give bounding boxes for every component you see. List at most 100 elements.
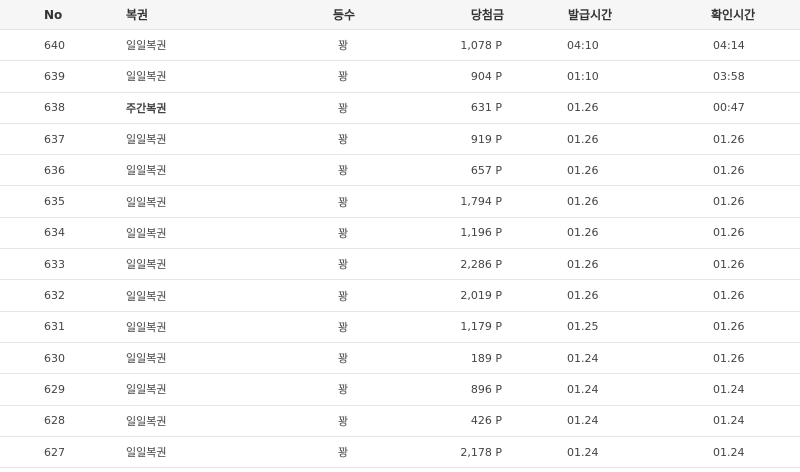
table-row: 632 일일복권 꽝 2,019 P 01.26 01.26 [0,280,800,312]
table-row: 640 일일복권 꽝 1,078 P 04:10 04:14 [0,30,800,62]
table-row: 631 일일복권 꽝 1,179 P 01.25 01.26 [0,312,800,343]
cell-checked-time: 01.24 [713,382,745,396]
cell-checked-time: 03:58 [713,69,745,83]
cell-issued-time: 01.24 [567,414,599,428]
table-body: 640 일일복권 꽝 1,078 P 04:10 04:14 639 일일복권 꽝 904 P 01… [0,30,800,469]
cell-lottery: 일일복권 [126,258,167,272]
cell-no: 629 [44,382,65,396]
cell-issued-time: 01.26 [567,195,599,209]
cell-rank: 꽝 [337,39,349,53]
cell-lottery: 일일복권 [126,226,167,240]
cell-no: 634 [44,226,65,240]
cell-issued-time: 04:10 [567,38,599,52]
cell-lottery: 일일복권 [126,133,167,147]
cell-lottery: 일일복권 [126,446,167,459]
cell-no: 633 [44,257,65,271]
column-header-lottery: 복권 [126,8,149,22]
cell-lottery: 일일복권 [126,383,167,397]
table-row: 635 일일복권 꽝 1,794 P 01.26 01.26 [0,186,800,218]
cell-lottery: 일일복권 [126,289,167,303]
cell-no: 638 [44,101,65,115]
table-row: 634 일일복권 꽝 1,196 P 01.26 01.26 [0,218,800,250]
cell-issued-time: 01.24 [567,382,599,396]
cell-lottery: 일일복권 [126,414,167,428]
cell-rank: 꽝 [337,352,349,366]
cell-rank: 꽝 [337,289,349,303]
cell-checked-time: 01.26 [713,163,745,177]
cell-no: 637 [44,132,65,146]
cell-no: 639 [44,69,65,83]
cell-no: 630 [44,351,65,365]
cell-prize: 1,196 P [460,226,502,240]
table-row: 638 주간복권 꽝 631 P 01.26 00:47 [0,93,800,124]
cell-no: 627 [44,445,65,459]
cell-no: 640 [44,38,65,52]
cell-prize: 896 P [470,382,502,396]
cell-rank: 꽝 [337,101,349,115]
cell-prize: 1,078 P [460,38,502,52]
cell-prize: 426 P [470,414,502,428]
cell-prize: 904 P [470,69,502,83]
column-header-checked-time: 확인시간 [711,8,756,22]
cell-issued-time: 01.25 [567,320,599,334]
cell-rank: 꽝 [337,133,349,147]
cell-prize: 657 P [470,163,502,177]
cell-lottery: 일일복권 [126,39,167,53]
cell-issued-time: 01.26 [567,101,599,115]
cell-no: 635 [44,195,65,209]
cell-prize: 1,794 P [460,195,502,209]
cell-no: 628 [44,414,65,428]
cell-no: 636 [44,163,65,177]
cell-checked-time: 01.26 [713,289,745,303]
cell-lottery: 일일복권 [126,70,167,84]
cell-checked-time: 00:47 [713,101,745,115]
cell-rank: 꽝 [337,320,349,334]
cell-no: 632 [44,289,65,303]
cell-lottery: 일일복권 [126,195,167,209]
table-row: 629 일일복권 꽝 896 P 01.24 01.24 [0,374,800,406]
column-header-rank: 등수 [332,8,356,22]
table-row: 636 일일복권 꽝 657 P 01.26 01.26 [0,155,800,187]
cell-issued-time: 01:10 [567,69,599,83]
table-row: 627 일일복권 꽝 2,178 P 01.24 01.24 [0,437,800,469]
cell-prize: 2,286 P [460,257,502,271]
cell-rank: 꽝 [337,446,349,459]
cell-issued-time: 01.26 [567,289,599,303]
table-row: 630 일일복권 꽝 189 P 01.24 01.26 [0,343,800,375]
cell-prize: 1,179 P [460,320,502,334]
column-header-prize: 당첨금 [470,8,504,22]
cell-issued-time: 01.26 [567,257,599,271]
cell-checked-time: 01.26 [713,195,745,209]
cell-checked-time: 01.26 [713,226,745,240]
cell-checked-time: 01.24 [713,414,745,428]
table-row: 628 일일복권 꽝 426 P 01.24 01.24 [0,406,800,437]
cell-prize: 919 P [470,132,502,146]
cell-checked-time: 01.26 [713,257,745,271]
cell-checked-time: 04:14 [713,38,745,52]
cell-rank: 꽝 [337,414,349,428]
cell-prize: 189 P [470,351,502,365]
cell-lottery: 주간복권 [126,101,167,115]
cell-issued-time: 01.24 [567,351,599,365]
cell-lottery: 일일복권 [126,164,167,178]
cell-rank: 꽝 [337,258,349,272]
table-row: 639 일일복권 꽝 904 P 01:10 03:58 [0,61,800,93]
cell-checked-time: 01.26 [713,320,745,334]
table-row: 633 일일복권 꽝 2,286 P 01.26 01.26 [0,249,800,281]
cell-rank: 꽝 [337,226,349,240]
cell-issued-time: 01.26 [567,163,599,177]
cell-checked-time: 01.26 [713,351,745,365]
cell-rank: 꽝 [337,383,349,397]
cell-no: 631 [44,320,65,334]
cell-issued-time: 01.26 [567,226,599,240]
column-header-issued-time: 발급시간 [568,8,613,22]
column-header-no: No [44,7,63,22]
cell-lottery: 일일복권 [126,320,167,334]
cell-rank: 꽝 [337,164,349,178]
cell-rank: 꽝 [337,195,349,209]
cell-rank: 꽝 [337,70,349,84]
cell-lottery: 일일복권 [126,352,167,366]
cell-checked-time: 01.26 [713,132,745,146]
cell-issued-time: 01.26 [567,132,599,146]
table-row: 637 일일복권 꽝 919 P 01.26 01.26 [0,124,800,156]
